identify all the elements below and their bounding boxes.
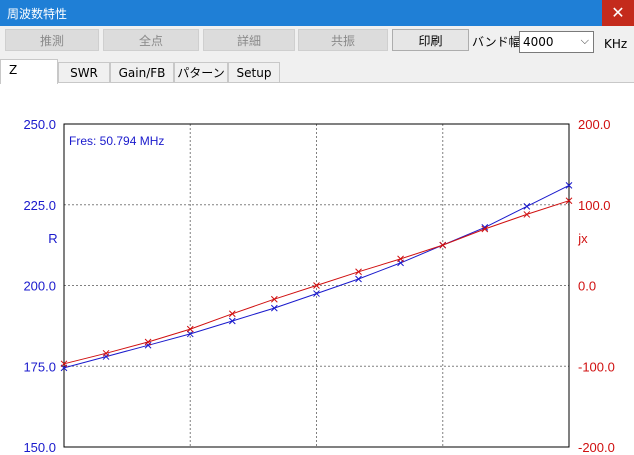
reactance-point [228,310,236,318]
resonance-annotation: Fres: 50.794 MHz [69,134,164,148]
resistance-point [523,203,531,210]
left-axis-label: R [48,231,57,246]
left-tick-label: 200.0 [23,279,56,294]
left-tick-label: 250.0 [23,117,56,132]
reactance-point [144,338,152,346]
close-button[interactable]: ✕ [602,0,634,26]
title-bar: 周波数特性 ✕ [0,0,634,26]
left-tick-label: 225.0 [23,198,56,213]
detail-button[interactable]: 詳細 [203,29,295,51]
reactance-point [397,255,404,263]
unit-label: KHz [604,37,628,51]
reactance-point [270,295,278,303]
client-area: 推測 全点 詳細 共振 印刷 バンド幅 4000 ⌵ KHz Z SWR Gai… [0,26,634,455]
tab-z[interactable]: Z [0,59,58,84]
chart-panel: 48.79449.79450.79451.79452.794250.0225.0… [0,82,634,455]
right-tick-label: -100.0 [578,359,615,374]
reactance-point [355,268,362,276]
right-axis-label: jx [577,231,588,246]
right-tick-label: 200.0 [578,117,611,132]
tab-swr[interactable]: SWR [58,62,110,83]
resistance-point [228,317,236,325]
left-tick-label: 150.0 [23,440,56,455]
right-tick-label: 0.0 [578,279,596,294]
left-tick-label: 175.0 [23,359,56,374]
band-width-select[interactable]: 4000 ⌵ [519,31,594,53]
band-width-value: 4000 [523,35,554,49]
reactance-point [186,325,194,333]
tab-setup[interactable]: Setup [228,62,280,83]
tab-pattern[interactable]: パターン [174,62,228,83]
print-button[interactable]: 印刷 [392,29,469,51]
reactance-point [439,241,447,249]
resistance-point [313,290,320,297]
band-width-label: バンド幅 [472,35,521,49]
all-points-button[interactable]: 全点 [103,29,199,51]
resonance-button[interactable]: 共振 [298,29,388,51]
window-title: 周波数特性 [7,7,68,21]
reactance-point [523,211,531,218]
right-tick-label: -200.0 [578,440,615,455]
right-tick-label: 100.0 [578,198,611,213]
resistance-point [102,353,110,360]
tab-gain-fb[interactable]: Gain/FB [110,62,174,83]
impedance-chart: 48.79449.79450.79451.79452.794250.0225.0… [23,117,615,455]
chevron-down-icon[interactable]: ⌵ [581,34,589,48]
resistance-point [270,304,278,312]
reactance-point [313,282,320,289]
resistance-point [355,275,362,283]
tab-bar: Z SWR Gain/FB パターン Setup [0,59,634,84]
estimate-button[interactable]: 推測 [5,29,99,51]
